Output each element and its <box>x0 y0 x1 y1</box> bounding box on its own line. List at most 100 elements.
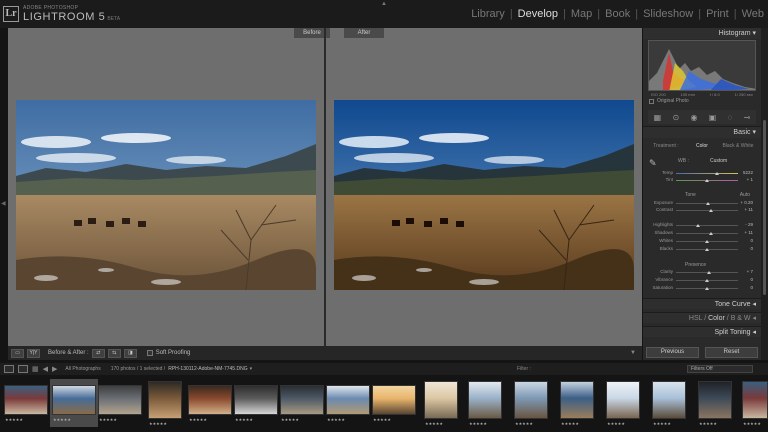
slider-track[interactable] <box>676 232 738 235</box>
filmstrip-thumbnail[interactable]: ★★★★★ <box>96 379 144 427</box>
module-slideshow[interactable]: Slideshow <box>643 8 693 20</box>
slider-value[interactable]: + 11 <box>737 207 753 212</box>
module-develop[interactable]: Develop <box>518 8 558 20</box>
color-tab[interactable]: Color <box>708 315 725 322</box>
histogram[interactable] <box>648 40 756 91</box>
filmstrip-thumbnail[interactable]: ★★★★★ <box>740 379 768 427</box>
slider-tint[interactable]: Tint + 1 <box>648 177 756 183</box>
rating-stars[interactable]: ★★★★★ <box>235 417 253 422</box>
rating-stars[interactable]: ★★★★★ <box>327 417 345 422</box>
second-window-button[interactable] <box>18 365 28 373</box>
adjustment-brush-icon[interactable]: ⊸ <box>744 113 751 122</box>
top-panel-toggle-icon[interactable]: ▲ <box>381 1 387 7</box>
slider-track[interactable] <box>676 279 738 282</box>
before-photo[interactable] <box>16 100 316 290</box>
rating-stars[interactable]: ★★★★★ <box>607 421 625 426</box>
slider-value[interactable]: 0 <box>737 277 753 282</box>
module-web[interactable]: Web <box>742 8 764 20</box>
bw-tab[interactable]: B & W <box>731 315 751 322</box>
slider-knob[interactable] <box>705 240 709 243</box>
slider-value[interactable]: - 29 <box>737 222 753 227</box>
forward-arrow-icon[interactable]: ▶ <box>52 365 57 373</box>
wb-preset-select[interactable]: Custom <box>710 158 727 164</box>
slider-track[interactable] <box>676 209 738 212</box>
filmstrip-thumbnail[interactable]: ★★★★★ <box>50 379 98 427</box>
right-panel-scrollbar[interactable] <box>761 28 768 360</box>
slider-track[interactable] <box>676 202 738 205</box>
tone-curve-header[interactable]: Tone Curve ◂ <box>643 298 761 309</box>
rating-stars[interactable]: ★★★★★ <box>373 417 391 422</box>
filmstrip-thumbnail[interactable]: ★★★★★ <box>558 379 596 427</box>
module-map[interactable]: Map <box>571 8 592 20</box>
slider-knob[interactable] <box>696 224 701 227</box>
before-after-view-button[interactable]: Y|Y <box>27 348 40 358</box>
split-toning-header[interactable]: Split Toning ◂ <box>643 326 761 337</box>
slider-highlights[interactable]: Highlights - 29 <box>648 222 756 228</box>
swap-before-after-button[interactable]: ⇄ <box>91 348 105 358</box>
slider-value[interactable]: 0 <box>737 238 753 243</box>
slider-knob[interactable] <box>708 209 713 212</box>
rating-stars[interactable]: ★★★★★ <box>515 421 533 426</box>
radial-filter-icon[interactable]: ◌ <box>728 113 733 122</box>
slider-knob[interactable] <box>705 179 709 182</box>
filmstrip-thumbnail[interactable]: ★★★★★ <box>2 379 50 427</box>
slider-track[interactable] <box>676 172 738 175</box>
slider-track[interactable] <box>676 224 738 227</box>
chevron-down-icon[interactable]: ▾ <box>250 366 253 372</box>
filmstrip-thumbnail[interactable]: ★★★★★ <box>650 379 688 427</box>
toolbar-menu-icon[interactable]: ▼ <box>630 350 636 356</box>
slider-track[interactable] <box>676 271 738 274</box>
slider-value[interactable]: + 0.20 <box>737 200 753 205</box>
slider-temp[interactable]: Temp 5222 <box>648 170 756 176</box>
histogram-header[interactable]: Histogram ▾ <box>643 28 761 39</box>
filmstrip-thumbnail[interactable]: ★★★★★ <box>696 379 734 427</box>
rating-stars[interactable]: ★★★★★ <box>743 421 761 426</box>
compare-divider[interactable] <box>324 28 326 346</box>
slider-track[interactable] <box>676 240 738 243</box>
filmstrip-thumbnail[interactable]: ★★★★★ <box>512 379 550 427</box>
filmstrip-thumbnail[interactable]: ★★★★★ <box>278 379 326 427</box>
rating-stars[interactable]: ★★★★★ <box>149 421 167 426</box>
module-print[interactable]: Print <box>706 8 729 20</box>
rating-stars[interactable]: ★★★★★ <box>469 421 487 426</box>
treatment-bw[interactable]: Black & White <box>720 143 756 149</box>
slider-value[interactable]: + 7 <box>737 269 753 274</box>
grid-view-icon[interactable]: ▦ <box>32 365 39 373</box>
auto-tone-button[interactable]: Auto <box>740 192 750 198</box>
slider-track[interactable] <box>676 287 738 290</box>
spot-removal-icon[interactable]: ⊙ <box>672 113 679 122</box>
red-eye-icon[interactable]: ◉ <box>690 113 697 122</box>
slider-track[interactable] <box>676 179 738 182</box>
rating-stars[interactable]: ★★★★★ <box>561 421 579 426</box>
slider-knob[interactable] <box>708 232 713 235</box>
module-library[interactable]: Library <box>471 8 505 20</box>
slider-knob[interactable] <box>714 172 719 175</box>
slider-value[interactable]: 5222 <box>737 170 753 175</box>
reset-button[interactable]: Reset <box>705 347 758 358</box>
slider-knob[interactable] <box>705 248 709 251</box>
soft-proofing-checkbox[interactable] <box>146 350 153 356</box>
basic-header[interactable]: Basic ▾ <box>643 127 761 138</box>
slider-knob[interactable] <box>707 271 712 274</box>
filmstrip-thumbnail[interactable]: ★★★★★ <box>324 379 372 427</box>
slider-knob[interactable] <box>705 279 709 282</box>
previous-button[interactable]: Previous <box>646 347 699 358</box>
rating-stars[interactable]: ★★★★★ <box>5 417 23 422</box>
module-book[interactable]: Book <box>605 8 630 20</box>
slider-value[interactable]: 0 <box>737 246 753 251</box>
slider-vibrance[interactable]: Vibrance 0 <box>648 277 756 283</box>
slider-track[interactable] <box>676 248 738 251</box>
copy-after-to-before-button[interactable]: ◨ <box>123 348 137 358</box>
rating-stars[interactable]: ★★★★★ <box>53 417 71 422</box>
slider-exposure[interactable]: Exposure + 0.20 <box>648 200 756 206</box>
filmstrip-thumbnail[interactable]: ★★★★★ <box>186 379 234 427</box>
rating-stars[interactable]: ★★★★★ <box>99 417 117 422</box>
filmstrip-thumbnail[interactable]: ★★★★★ <box>466 379 504 427</box>
crop-icon[interactable]: ▦ <box>654 113 662 122</box>
slider-value[interactable]: + 11 <box>737 230 753 235</box>
filmstrip-thumbnail[interactable]: ★★★★★ <box>422 379 460 427</box>
scrollbar-thumb[interactable] <box>763 120 766 295</box>
original-photo-checkbox[interactable] <box>649 98 654 104</box>
rating-stars[interactable]: ★★★★★ <box>653 421 671 426</box>
treatment-color[interactable]: Color <box>684 143 720 149</box>
